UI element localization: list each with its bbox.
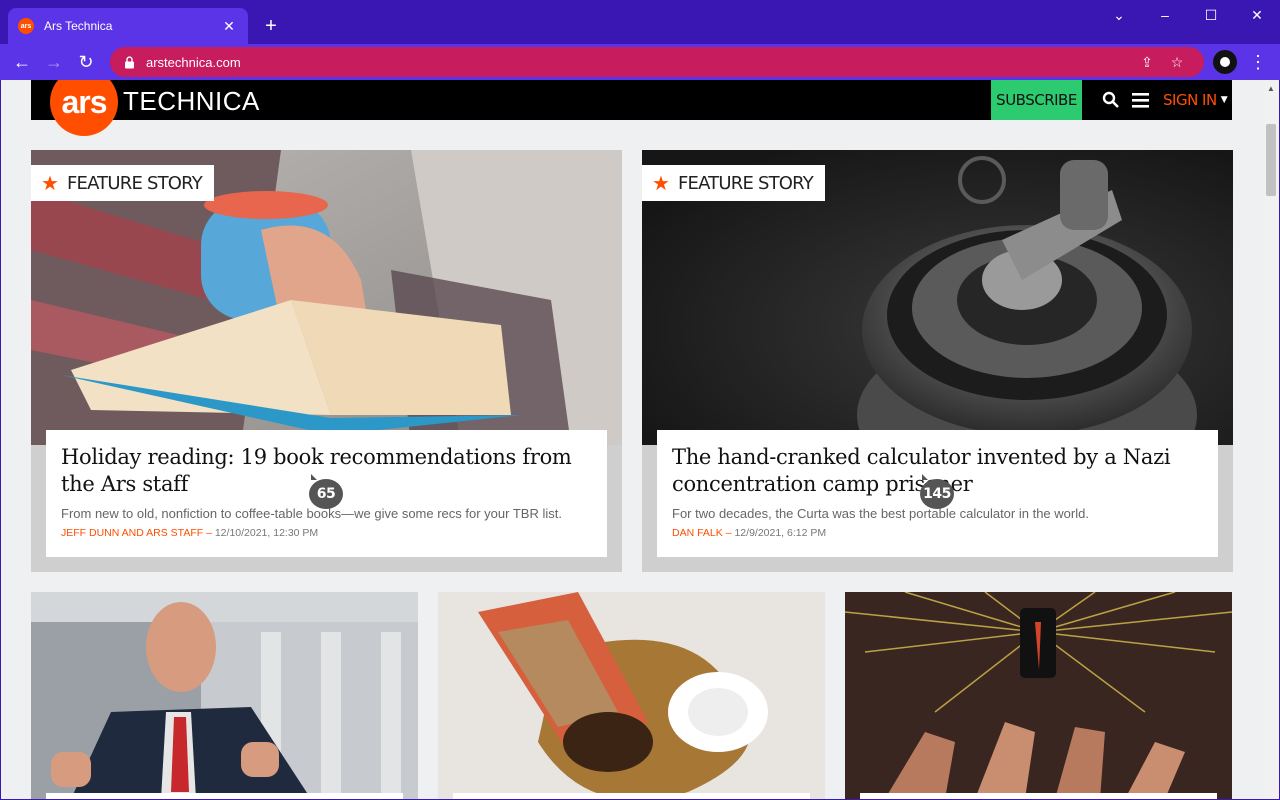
tab-title: Ars Technica	[44, 19, 113, 33]
minimize-icon[interactable]: –	[1142, 0, 1188, 30]
technica-logotype[interactable]: TECHNICA	[123, 86, 260, 117]
article-byline: DAN FALK – 12/9/2021, 6:12 PM	[672, 527, 1203, 539]
share-icon[interactable]: ⇪	[1132, 54, 1162, 71]
article-image-coffee[interactable]	[438, 592, 825, 799]
comment-count-bubble[interactable]: 145	[920, 474, 954, 509]
article-caption-box	[453, 793, 810, 799]
back-arrow-icon[interactable]: ←	[8, 48, 36, 76]
tab-close-icon[interactable]: ✕	[220, 18, 238, 35]
subscribe-button[interactable]: SUBSCRIBE	[991, 80, 1082, 120]
search-icon[interactable]	[1102, 80, 1120, 120]
bookmark-star-icon[interactable]: ☆	[1162, 54, 1192, 71]
scroll-up-arrow-icon[interactable]: ▲	[1263, 80, 1279, 96]
new-tab-icon[interactable]: +	[258, 13, 284, 39]
article-card-phone[interactable]	[845, 592, 1232, 799]
scroll-thumb[interactable]	[1266, 124, 1276, 196]
sign-in-label: SIGN IN	[1163, 91, 1217, 109]
article-date: 12/9/2021, 6:12 PM	[734, 527, 827, 539]
article-caption-box	[860, 793, 1217, 799]
lock-icon[interactable]	[122, 55, 136, 69]
article-byline: JEFF DUNN AND ARS STAFF – 12/10/2021, 12…	[61, 527, 592, 539]
article-card-politician[interactable]	[31, 592, 418, 799]
browser-chrome: ars Ars Technica ✕ + ⌄ – ☐ ✕ ← → ↻ arste…	[0, 0, 1280, 80]
tab-favicon-icon: ars	[18, 18, 34, 34]
caret-down-icon: ▼	[1220, 95, 1228, 105]
forward-arrow-icon[interactable]: →	[40, 48, 68, 76]
window-controls: ⌄ – ☐ ✕	[1096, 0, 1280, 30]
feature-badge-label: FEATURE STORY	[677, 172, 814, 194]
hamburger-menu-icon[interactable]	[1132, 80, 1150, 120]
maximize-icon[interactable]: ☐	[1188, 0, 1234, 30]
article-image-politician[interactable]	[31, 592, 418, 799]
profile-avatar-icon[interactable]	[1213, 50, 1237, 74]
tab-search-chevron-icon[interactable]: ⌄	[1096, 0, 1142, 30]
star-icon: ★	[41, 172, 59, 195]
sign-in-button[interactable]: SIGN IN ▼	[1163, 80, 1228, 120]
feature-story-badge: ★ FEATURE STORY	[31, 165, 214, 201]
browser-menu-icon[interactable]: ⋮	[1246, 48, 1270, 76]
ars-logo[interactable]: ars	[50, 80, 118, 136]
article-author[interactable]: JEFF DUNN AND ARS STAFF	[61, 527, 203, 539]
article-card-coffee[interactable]	[438, 592, 825, 799]
url-text[interactable]: arstechnica.com	[146, 55, 1132, 70]
browser-tab[interactable]: ars Ars Technica ✕	[8, 8, 248, 44]
comment-count-bubble[interactable]: 65	[309, 474, 343, 509]
feature-badge-label: FEATURE STORY	[66, 172, 203, 194]
browser-toolbar: ← → ↻ arstechnica.com ⇪ ☆ ⋮	[0, 44, 1280, 80]
reload-icon[interactable]: ↻	[72, 48, 100, 76]
star-icon: ★	[652, 172, 670, 195]
address-bar[interactable]: arstechnica.com ⇪ ☆	[110, 47, 1204, 77]
article-author[interactable]: DAN FALK	[672, 527, 723, 539]
page-scrollbar[interactable]: ▲	[1263, 80, 1279, 799]
feature-story-badge: ★ FEATURE STORY	[642, 165, 825, 201]
site-header: ars TECHNICA SUBSCRIBE SIGN IN ▼	[31, 80, 1232, 136]
article-caption-box	[46, 793, 403, 799]
window-close-icon[interactable]: ✕	[1234, 0, 1280, 30]
page-viewport: ars TECHNICA SUBSCRIBE SIGN IN ▼ ★ FEATU…	[1, 80, 1279, 799]
article-date: 12/10/2021, 12:30 PM	[214, 527, 319, 539]
article-image-phone[interactable]	[845, 592, 1232, 799]
byline-dash: –	[206, 527, 215, 539]
